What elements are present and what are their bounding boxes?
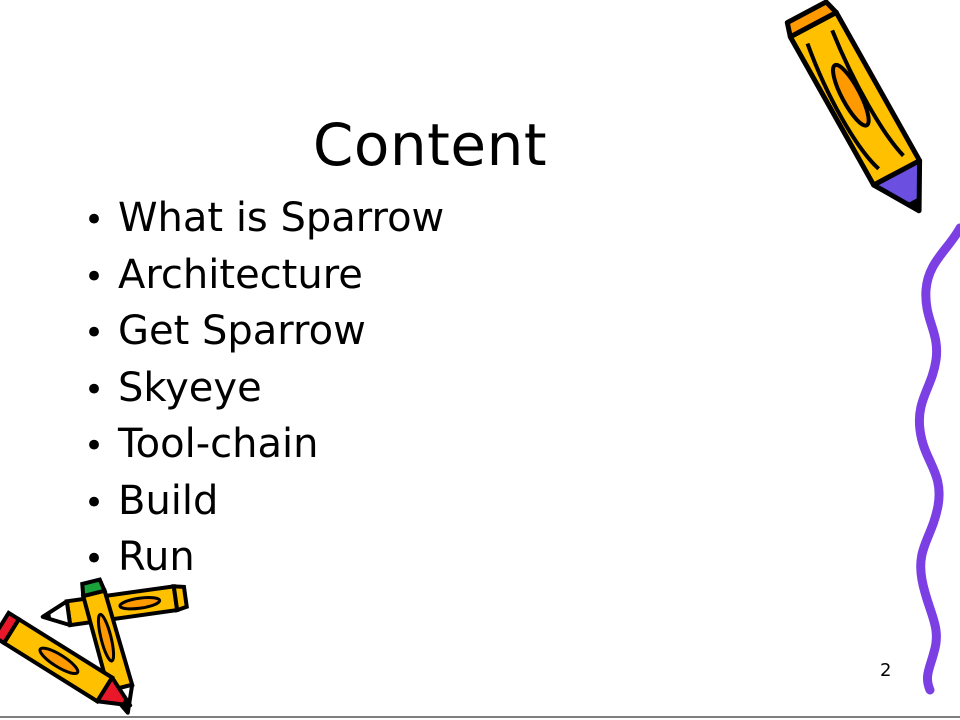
bottom-divider	[0, 716, 960, 718]
page-number: 2	[880, 660, 892, 681]
pencils-cluster-icon	[0, 577, 189, 715]
slide: Content • What is Sparrow • Architecture…	[0, 0, 960, 720]
